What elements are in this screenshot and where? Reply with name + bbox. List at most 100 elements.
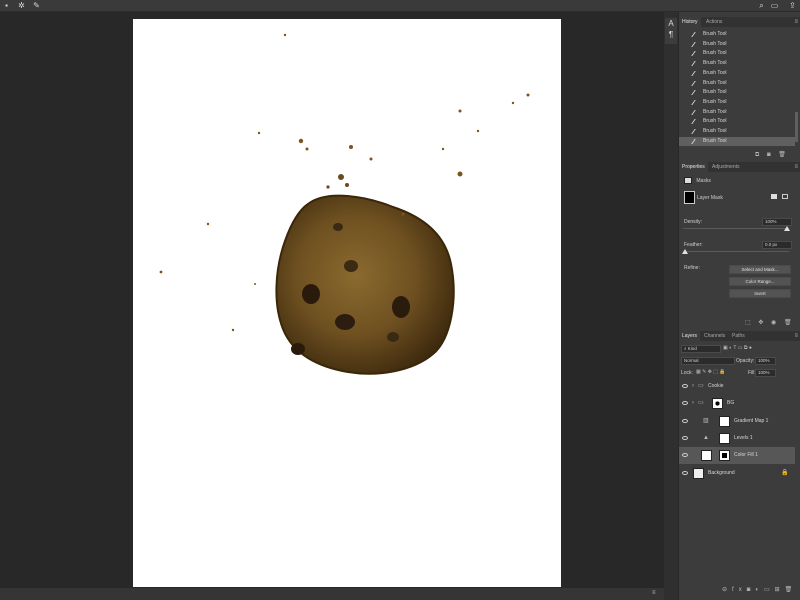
history-item[interactable]: Brush Tool xyxy=(679,30,795,40)
history-item-label: Brush Tool xyxy=(703,137,727,144)
link-layers-icon[interactable]: ⊖ xyxy=(722,587,732,593)
kind-label: Kind xyxy=(687,346,697,351)
color-range-button[interactable]: Color Range... xyxy=(729,277,791,286)
density-slider-knob[interactable] xyxy=(784,226,790,231)
trash-icon[interactable]: 🗑 xyxy=(785,587,798,593)
lock-icon[interactable]: 🔒 xyxy=(781,465,788,482)
visibility-eye-icon[interactable] xyxy=(682,435,688,440)
feather-input[interactable]: 0.0 px xyxy=(762,241,792,249)
new-document-from-state-icon[interactable]: ⧉ xyxy=(755,152,759,158)
workspace-icon[interactable]: ▭ xyxy=(770,1,779,10)
load-selection-icon[interactable]: ⬚ xyxy=(745,320,751,326)
layer-mask-thumbnail[interactable] xyxy=(684,191,695,204)
snapshot-icon[interactable]: ◙ xyxy=(767,152,771,158)
cookie-image xyxy=(159,33,530,375)
tab-properties[interactable]: Properties xyxy=(679,162,708,172)
collapsed-panel-icons[interactable]: A ¶ xyxy=(665,18,677,44)
tab-actions[interactable]: Actions xyxy=(703,17,725,27)
search-icon[interactable]: ⌕ xyxy=(757,1,766,10)
layer-row[interactable]: ▲ Levels 1 xyxy=(679,430,795,447)
panel-menu-icon[interactable]: ≡ xyxy=(794,162,798,172)
chevron-icon[interactable]: › xyxy=(692,395,694,412)
feather-slider-knob[interactable] xyxy=(682,249,688,254)
layer-row[interactable]: 🔒 Background xyxy=(679,465,795,482)
background-thumbnail[interactable] xyxy=(693,467,704,479)
history-scrollbar[interactable] xyxy=(795,112,798,142)
fx-icon[interactable]: fx xyxy=(732,587,747,593)
visibility-icon[interactable]: ◉ xyxy=(771,320,776,326)
density-input[interactable]: 100% xyxy=(762,218,792,226)
history-item[interactable]: Brush Tool xyxy=(679,98,795,108)
brush-icon xyxy=(691,90,701,96)
tab-channels[interactable]: Channels xyxy=(701,331,728,341)
invert-button[interactable]: Invert xyxy=(729,289,791,298)
density-slider[interactable] xyxy=(683,228,789,229)
new-layer-icon[interactable]: ⊞ xyxy=(775,587,785,593)
blend-mode-select[interactable]: Normal xyxy=(681,357,735,365)
layer-mask-thumbnail[interactable] xyxy=(719,432,730,444)
layer-filter-icons[interactable]: ▣ ◐ T ▭ ⧉ ● xyxy=(723,345,752,351)
layer-kind-filter[interactable]: ⌕ Kind xyxy=(681,345,721,353)
history-item[interactable]: Brush Tool xyxy=(679,88,795,98)
layer-mask-thumbnail[interactable] xyxy=(719,415,730,427)
home-icon[interactable]: ▪ xyxy=(2,1,11,10)
tab-paths[interactable]: Paths xyxy=(729,331,748,341)
history-tabbar: History Actions ≡ xyxy=(679,17,800,27)
gear-icon[interactable]: ✲ xyxy=(17,1,26,10)
layer-row[interactable]: › ▭ Cookie xyxy=(679,378,795,395)
tab-adjustments[interactable]: Adjustments xyxy=(709,162,743,172)
trash-icon[interactable]: 🗑 xyxy=(784,320,792,326)
select-vector-mask-icon[interactable] xyxy=(782,194,788,199)
brush-options-icon[interactable]: ✎ xyxy=(32,1,41,10)
history-item[interactable]: Brush Tool xyxy=(679,59,795,69)
group-mask-thumbnail[interactable] xyxy=(712,398,723,410)
history-item[interactable]: Brush Tool xyxy=(679,40,795,50)
layer-row[interactable]: Color Fill 1 xyxy=(679,447,795,465)
tab-layers[interactable]: Layers xyxy=(679,331,701,341)
paragraph-icon[interactable]: ¶ xyxy=(665,29,677,40)
select-and-mask-button[interactable]: Select and Mask... xyxy=(729,265,791,274)
visibility-eye-icon[interactable] xyxy=(682,401,688,406)
panel-menu-icon[interactable]: ≡ xyxy=(794,331,798,341)
opacity-input[interactable]: 100% xyxy=(755,357,776,365)
new-group-icon[interactable]: ▭ xyxy=(764,587,775,593)
right-panels: History Actions ≡ Brush Tool Brush Tool Br… xyxy=(679,12,800,600)
history-item-label: Brush Tool xyxy=(703,31,727,37)
layer-name: Color Fill 1 xyxy=(734,452,758,459)
history-item[interactable]: Brush Tool xyxy=(679,136,795,147)
feather-slider[interactable] xyxy=(683,251,789,252)
history-item[interactable]: Brush Tool xyxy=(679,117,795,127)
chevron-icon[interactable]: › xyxy=(692,378,694,395)
character-icon[interactable]: A xyxy=(665,18,677,29)
history-item[interactable]: Brush Tool xyxy=(679,79,795,89)
visibility-eye-icon[interactable] xyxy=(682,384,688,388)
feather-label: Feather: xyxy=(684,242,703,248)
lock-icons[interactable]: ▦ ✎ ✥ ⬚ 🔒 xyxy=(696,369,726,375)
history-item-label: Brush Tool xyxy=(703,60,727,67)
adjustment-layer-icon[interactable]: ◐ xyxy=(755,587,764,593)
visibility-eye-icon[interactable] xyxy=(682,470,688,475)
history-item-label: Brush Tool xyxy=(703,89,727,96)
history-item[interactable]: Brush Tool xyxy=(679,108,795,118)
history-list: Brush Tool Brush Tool Brush Tool Brush Tool… xyxy=(679,30,800,150)
select-pixel-mask-icon[interactable] xyxy=(771,194,777,199)
visibility-eye-icon[interactable] xyxy=(682,453,688,458)
tab-history[interactable]: History xyxy=(679,17,701,27)
fill-thumbnail[interactable] xyxy=(701,450,712,462)
trash-icon[interactable]: 🗑 xyxy=(778,152,786,158)
document-canvas[interactable] xyxy=(133,19,561,587)
history-item[interactable]: Brush Tool xyxy=(679,127,795,137)
layer-mask-thumbnail[interactable] xyxy=(719,450,730,462)
layer-row[interactable]: › ▭ BG xyxy=(679,395,795,412)
fill-input[interactable]: 100% xyxy=(755,369,776,377)
history-item[interactable]: Brush Tool xyxy=(679,49,795,59)
apply-mask-icon[interactable]: ✥ xyxy=(758,320,763,326)
layer-row[interactable]: ▥ Gradient Map 1 xyxy=(679,413,795,430)
share-icon[interactable]: ⇪ xyxy=(788,1,797,10)
layer-name: Cookie xyxy=(708,383,724,389)
history-item-label: Brush Tool xyxy=(703,98,727,105)
history-item[interactable]: Brush Tool xyxy=(679,69,795,79)
menu-icon[interactable]: ≡ xyxy=(652,590,656,596)
panel-menu-icon[interactable]: ≡ xyxy=(794,17,798,27)
visibility-eye-icon[interactable] xyxy=(682,418,688,423)
